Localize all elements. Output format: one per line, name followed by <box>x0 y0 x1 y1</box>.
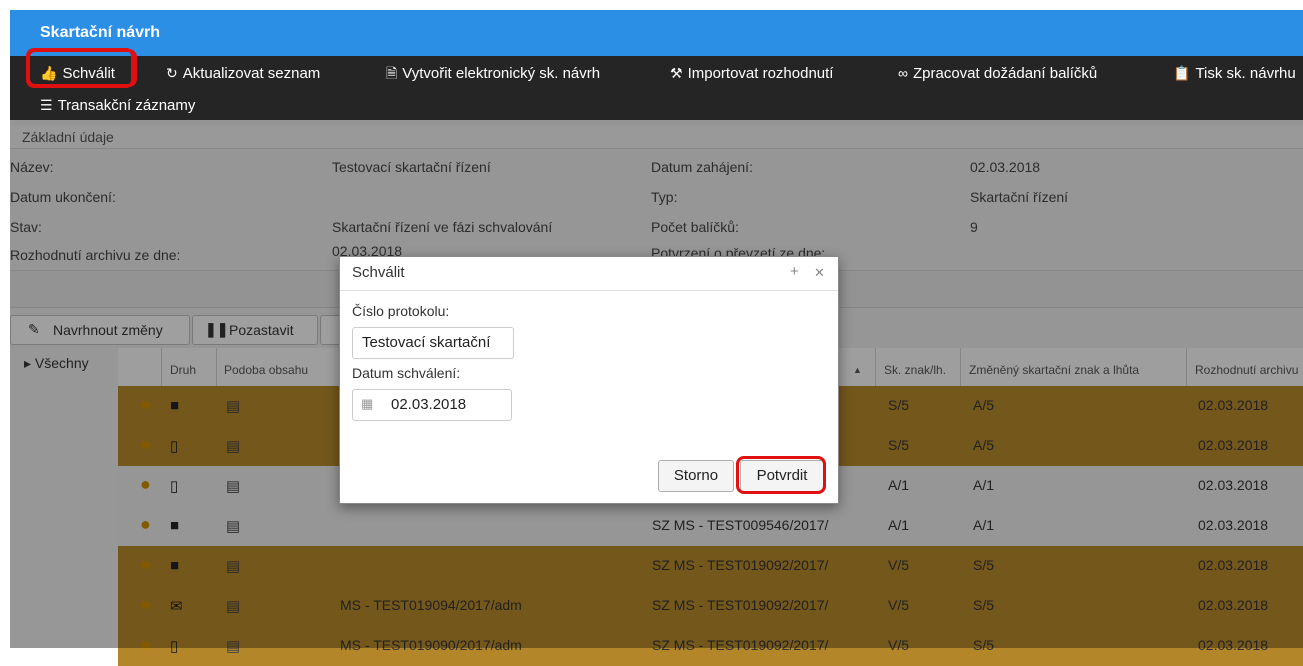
protocol-number-label: Číslo protokolu: <box>352 303 450 319</box>
import-decision-button[interactable]: ⚒ Importovat rozhodnutí <box>670 64 833 83</box>
dialog-title: Schválit <box>352 264 405 281</box>
toolbar: 👍 Schválit ↻ Aktualizovat seznam 🗎 Vytvořit… <box>10 49 1303 120</box>
cancel-button[interactable]: Storno <box>658 460 734 492</box>
process-requests-button[interactable]: ∞ Zpracovat dožádaní balíčků <box>898 64 1097 83</box>
approval-date-input[interactable]: ▦ 02.03.2018 <box>352 389 512 421</box>
protocol-number-input[interactable]: Testovací skartační <box>352 327 514 359</box>
approval-date-value: 02.03.2018 <box>391 396 467 413</box>
approve-dialog: Schválit + ✕ Číslo protokolu: Testovací … <box>339 256 839 504</box>
application-frame: Skartační návrh 👍 Schválit ↻ Aktualizovat … <box>0 0 1303 666</box>
maximize-icon[interactable]: + <box>790 263 799 280</box>
refresh-list-label: Aktualizovat seznam <box>182 65 321 82</box>
print-label: Tisk sk. návrhu <box>1195 65 1296 82</box>
document-icon: 🗎 <box>386 65 398 81</box>
transactions-button[interactable]: ☰ Transakční záznamy <box>40 96 195 115</box>
refresh-icon: ↻ <box>166 65 178 81</box>
protocol-number-value: Testovací skartační <box>362 334 491 351</box>
link-icon: ∞ <box>898 65 908 81</box>
dialog-title-divider <box>340 290 838 291</box>
list-icon: ☰ <box>40 97 53 113</box>
transactions-label: Transakční záznamy <box>57 97 196 114</box>
create-electronic-label: Vytvořit elektronický sk. návrh <box>402 65 601 82</box>
approve-highlight-frame <box>26 48 134 88</box>
create-electronic-button[interactable]: 🗎 Vytvořit elektronický sk. návrh <box>386 64 600 83</box>
wrench-icon: ⚒ <box>670 65 683 81</box>
confirm-highlight <box>736 456 826 494</box>
cancel-label: Storno <box>673 467 719 484</box>
window-title-bar: Skartační návrh <box>10 10 1303 56</box>
close-icon[interactable]: ✕ <box>814 265 825 281</box>
process-requests-label: Zpracovat dožádaní balíčků <box>912 65 1098 82</box>
refresh-list-button[interactable]: ↻ Aktualizovat seznam <box>166 64 320 83</box>
calendar-icon[interactable]: ▦ <box>361 396 373 412</box>
print-button[interactable]: 📋 Tisk sk. návrhu <box>1173 64 1296 83</box>
import-decision-label: Importovat rozhodnutí <box>687 65 834 82</box>
approval-date-label: Datum schválení: <box>352 365 461 381</box>
clipboard-icon: 📋 <box>1173 65 1191 81</box>
window-title: Skartační návrh <box>40 24 161 41</box>
